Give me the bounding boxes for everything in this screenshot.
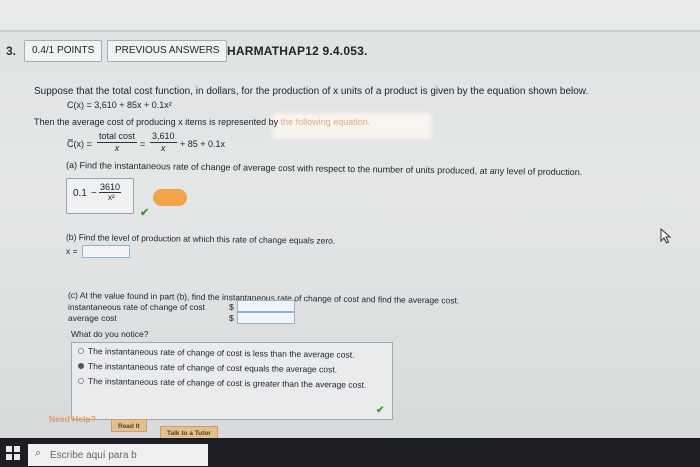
notice-radio-2[interactable] [78,378,84,384]
notice-checkmark-icon: ✔ [376,405,385,416]
taskbar-search-placeholder: Escribe aquí para b [50,450,137,461]
part-a-answer-frac-num: 3610 [99,182,122,193]
arrow-cursor-icon [660,228,672,244]
part-c-avg-input[interactable] [237,312,295,324]
part-a-answer-frac-den: x² [108,193,115,202]
notice-option-1[interactable]: The instantaneous rate of change of cost… [88,361,337,374]
part-a-answer-value: 0.1 [73,188,87,199]
part-b-text: (b) Find the level of production at whic… [65,232,336,246]
average-intro: Then the average cost of producing x ite… [34,117,370,127]
cost-function: C(x) = 3,610 + 85x + 0.1x² [67,100,172,110]
question-code: HARMATHAP12 9.4.053. [227,44,368,58]
avg-fraction-fixed-den: x [161,143,166,153]
windows-logo-icon[interactable] [6,446,20,460]
part-c-rate-label: instantaneous rate of change of cost [68,302,206,312]
photo-of-screen: 3. 0.4/1 POINTS PREVIOUS ANSWERS HARMATH… [0,0,700,467]
part-c-rate-input[interactable] [237,300,295,312]
points-button[interactable]: 0.4/1 POINTS [24,40,103,62]
question-number: 3. [6,44,17,58]
avg-equals: = [140,139,146,149]
notice-question: What do you notice? [71,329,149,339]
part-c-rate-currency: $ [229,302,234,312]
average-intro-faded: the following equation. [280,117,371,127]
read-it-button[interactable]: Read It [111,419,147,432]
part-a-text: (a) Find the instantaneous rate of chang… [65,160,583,178]
part-c-avg-currency: $ [229,313,234,323]
header-divider [0,30,700,32]
part-a-answer-box[interactable]: 0.1 − 3610 x² [66,178,134,214]
part-c-avg-label: average cost [68,313,117,323]
taskbar-search[interactable]: ⌕ Escribe aquí para b [28,444,208,466]
part-b-input[interactable] [82,245,130,258]
notice-choices: The instantaneous rate of change of cost… [71,342,393,420]
average-intro-text: Then the average cost of producing x ite… [34,117,279,127]
notice-radio-1[interactable] [78,363,84,369]
need-help-label: Need Help? [49,414,96,424]
orange-marker [153,189,187,206]
taskbar: ⌕ Escribe aquí para b [0,438,700,467]
average-lhs: C̅(x) = [67,139,92,149]
part-b-var-label: x = [66,246,78,256]
notice-radio-0[interactable] [78,348,84,354]
notice-option-0[interactable]: The instantaneous rate of change of cost… [88,346,355,360]
previous-answers-button[interactable]: PREVIOUS ANSWERS [107,40,228,62]
avg-fraction-fixed: 3,610 x [150,131,177,154]
intro-text: Suppose that the total cost function, in… [34,86,589,97]
avg-fraction-total-num: total cost [97,131,138,143]
avg-fraction-fixed-num: 3,610 [150,131,177,143]
part-a-answer-dash: − [91,188,97,199]
avg-fraction-total-den: x [114,143,120,153]
magnifier-icon: ⌕ [35,447,42,459]
checkmark-icon: ✔ [140,207,150,219]
notice-option-2[interactable]: The instantaneous rate of change of cost… [88,376,366,390]
avg-fraction-total: total cost x [97,131,138,154]
avg-tail: + 85 + 0.1x [180,139,226,149]
top-bar [0,0,700,30]
